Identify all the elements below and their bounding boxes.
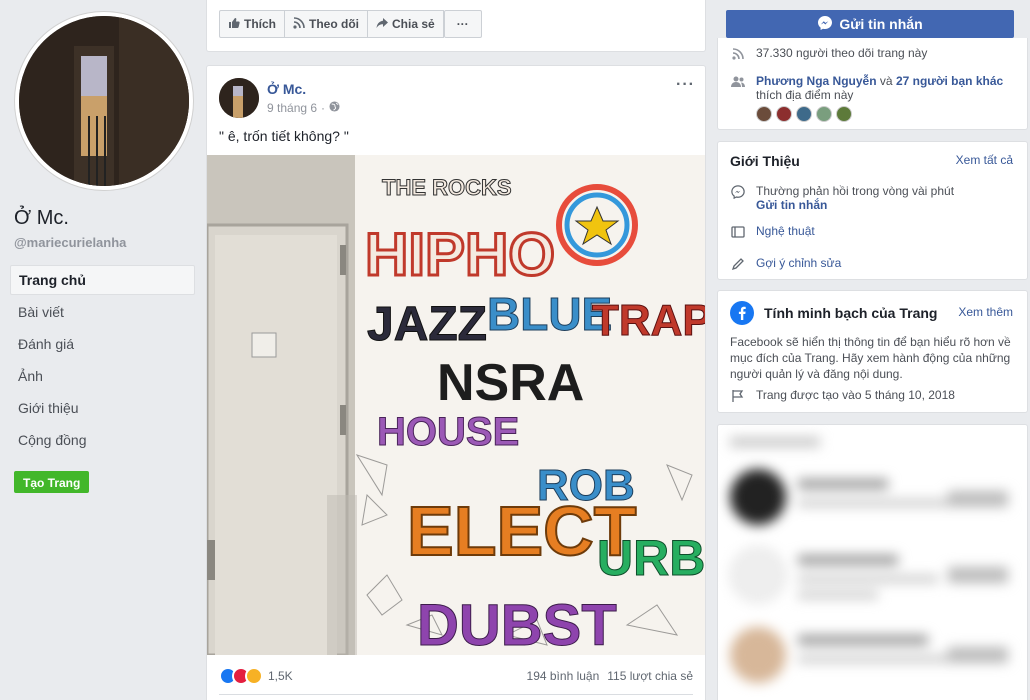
page-actions-bar: Thích Theo dõi Chia sẻ ···: [206, 0, 706, 52]
svg-text:TRAP: TRAP: [592, 296, 706, 345]
other-friends-link[interactable]: 27 người bạn khác: [896, 74, 1003, 88]
friend-avatar[interactable]: [756, 106, 772, 122]
svg-text:DUBST: DUBST: [417, 593, 617, 655]
messenger-icon: [730, 184, 746, 200]
about-card: Giới Thiệu Xem tất cả Thường phản hồi tr…: [717, 141, 1028, 280]
svg-text:JAZZ: JAZZ: [367, 298, 487, 351]
conjunction-text: và: [879, 74, 893, 88]
shares-count[interactable]: 115 lượt chia sẻ: [607, 669, 693, 683]
svg-text:URB: URB: [597, 530, 705, 586]
messenger-icon: [817, 15, 833, 34]
page-created-text: Trang được tạo vào 5 tháng 10, 2018: [756, 388, 955, 402]
send-message-button[interactable]: Gửi tin nhắn: [726, 10, 1014, 38]
follow-label: Theo dõi: [309, 17, 359, 31]
friend-avatar[interactable]: [816, 106, 832, 122]
like-page-button[interactable]: Thích: [219, 10, 285, 38]
create-page-button[interactable]: Tạo Trang: [14, 471, 90, 493]
friend-avatar[interactable]: [776, 106, 792, 122]
page-handle: @mariecurielanha: [14, 235, 127, 250]
rss-icon: [730, 46, 746, 62]
svg-text:HOUSE: HOUSE: [377, 410, 519, 454]
response-row: Thường phản hồi trong vòng vài phút Gửi …: [730, 184, 1017, 212]
about-send-message-link[interactable]: Gửi tin nhắn: [756, 198, 954, 212]
friends-like-row: Phương Nga Nguyễn và 27 người bạn khác t…: [730, 74, 1017, 122]
reactions-summary[interactable]: 1,5K: [219, 667, 293, 685]
post-author-name[interactable]: Ở Mc.: [267, 81, 306, 97]
post-date[interactable]: 9 tháng 6: [267, 101, 317, 115]
community-card: 37.330 người theo dõi trang này Phương N…: [717, 38, 1028, 130]
transparency-card: Tính minh bạch của Trang Xem thêm Facebo…: [717, 290, 1028, 413]
more-options-button[interactable]: ···: [443, 10, 482, 38]
svg-text:NSRA: NSRA: [437, 354, 584, 412]
svg-text:ROB: ROB: [537, 461, 635, 510]
created-row: Trang được tạo vào 5 tháng 10, 2018: [730, 388, 1017, 404]
reactions-count: 1,5K: [268, 669, 293, 683]
globe-icon: [329, 101, 340, 115]
page-name[interactable]: Ở Mc.: [14, 207, 69, 230]
category-row: Nghệ thuật: [730, 224, 1017, 240]
post-author-avatar[interactable]: [219, 78, 259, 118]
post-photo[interactable]: HIPHO JAZZ BLUE TRAP NSRA HOUSE ELECT RO…: [207, 155, 706, 655]
post-meta: 9 tháng 6 ·: [267, 101, 340, 115]
friend-avatar[interactable]: [836, 106, 852, 122]
share-label: Chia sẻ: [392, 17, 435, 31]
about-see-all-link[interactable]: Xem tất cả: [956, 153, 1013, 167]
follow-page-button[interactable]: Theo dõi: [284, 10, 368, 38]
category-link[interactable]: Nghệ thuật: [756, 224, 815, 238]
thumbs-up-icon: [228, 17, 240, 32]
nav-item-about[interactable]: Giới thiệu: [10, 393, 195, 425]
friends-icon: [730, 74, 746, 90]
tag-icon: [730, 224, 746, 240]
followers-text: 37.330 người theo dõi trang này: [756, 46, 928, 60]
page-avatar[interactable]: [15, 12, 193, 190]
friend-avatar[interactable]: [796, 106, 812, 122]
suggest-edit-row: Gợi ý chỉnh sửa: [730, 256, 1017, 272]
haha-reaction-icon: [245, 667, 263, 685]
suggest-edit-link[interactable]: Gợi ý chỉnh sửa: [756, 256, 841, 270]
comments-count[interactable]: 194 bình luận: [527, 669, 600, 683]
nav-item-reviews[interactable]: Đánh giá: [10, 329, 195, 361]
share-page-button[interactable]: Chia sẻ: [367, 10, 444, 38]
left-column: Ở Mc. @mariecurielanha Trang chủ Bài viế…: [0, 0, 205, 700]
friend-name-link[interactable]: Phương Nga Nguyễn: [756, 74, 877, 88]
pencil-icon: [730, 256, 746, 272]
transparency-see-more-link[interactable]: Xem thêm: [958, 305, 1013, 319]
friends-like-suffix: thích địa điểm này: [756, 88, 854, 102]
post-divider: [219, 694, 693, 695]
nav-item-photos[interactable]: Ảnh: [10, 361, 195, 393]
send-message-label: Gửi tin nhắn: [839, 16, 923, 32]
svg-text:HIPHO: HIPHO: [365, 221, 555, 288]
transparency-title: Tính minh bạch của Trang: [764, 305, 938, 321]
nav-item-community[interactable]: Cộng đồng: [10, 425, 195, 457]
meta-separator: ·: [321, 101, 326, 115]
related-pages-card: [717, 424, 1028, 700]
nav-item-posts[interactable]: Bài viết: [10, 297, 195, 329]
svg-text:THE ROCKS: THE ROCKS: [382, 175, 512, 200]
rss-icon: [293, 16, 305, 32]
followers-row: 37.330 người theo dõi trang này: [730, 46, 1017, 62]
page-nav: Trang chủ Bài viết Đánh giá Ảnh Giới thi…: [10, 265, 195, 457]
like-label: Thích: [244, 17, 276, 31]
post-card: Ở Mc. 9 tháng 6 · ··· " ê, trốn tiết khô…: [206, 65, 706, 700]
facebook-logo-icon: [730, 301, 754, 325]
friend-avatars: [756, 106, 1003, 122]
nav-item-home[interactable]: Trang chủ: [10, 265, 195, 295]
post-options-menu[interactable]: ···: [676, 76, 695, 94]
transparency-description: Facebook sẽ hiển thị thông tin để bạn hi…: [730, 335, 1011, 381]
post-stats: 1,5K 194 bình luận 115 lượt chia sẻ: [219, 666, 693, 686]
flag-icon: [730, 388, 746, 404]
about-title: Giới Thiệu: [730, 153, 800, 169]
share-arrow-icon: [376, 17, 388, 32]
post-text: " ê, trốn tiết không? ": [219, 128, 349, 144]
response-time-text: Thường phản hồi trong vòng vài phút: [756, 184, 955, 198]
